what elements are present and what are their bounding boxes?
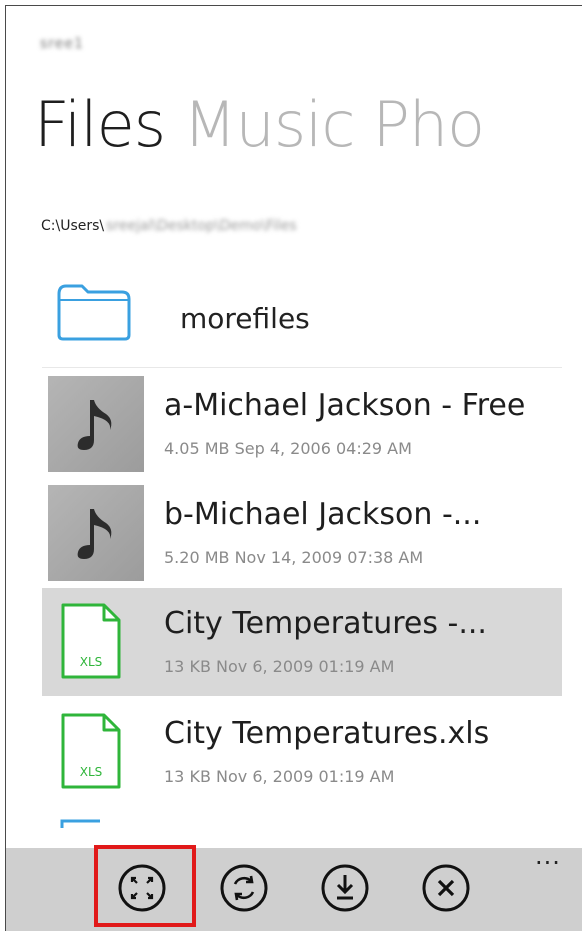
highlight-box (94, 845, 196, 927)
file-meta: 13 KB Nov 6, 2009 01:19 AM (164, 767, 395, 786)
current-path: C:\Users\ sreejal\Desktop\Demo\Files (41, 218, 297, 234)
sync-button[interactable] (218, 862, 270, 914)
download-button[interactable] (319, 862, 371, 914)
xls-file-icon: XLS (61, 713, 121, 789)
file-title: a-Michael Jackson - Free (164, 388, 526, 423)
audio-thumbnail (48, 376, 144, 472)
file-title: City Temperatures -... (164, 606, 487, 641)
audio-thumbnail (48, 485, 144, 581)
file-row[interactable]: XLS City Temperatures.xls 13 KB Nov 6, 2… (42, 698, 562, 806)
app-bar: ... (6, 842, 582, 931)
file-row-selected[interactable]: XLS City Temperatures -... 13 KB Nov 6, … (42, 588, 562, 696)
account-name: sree1 (40, 36, 84, 52)
music-note-icon (77, 509, 112, 559)
xls-badge: XLS (80, 655, 103, 669)
xls-badge: XLS (80, 765, 103, 779)
file-meta: 4.05 MB Sep 4, 2006 04:29 AM (164, 439, 412, 458)
close-icon (422, 864, 470, 912)
file-title: b-Michael Jackson -... (164, 497, 482, 532)
file-row[interactable]: b-Michael Jackson -... 5.20 MB Nov 14, 2… (42, 479, 562, 587)
divider (42, 367, 562, 368)
pivot-header: Files Music Pho (34, 88, 502, 161)
download-icon (321, 864, 369, 912)
xls-file-icon: XLS (61, 603, 121, 679)
pivot-item-files[interactable]: Files (34, 88, 166, 161)
folder-name: morefiles (180, 302, 310, 335)
path-blurred: sreejal\Desktop\Demo\Files (106, 218, 297, 234)
sync-icon (220, 864, 268, 912)
partial-file-icon (60, 819, 100, 828)
file-meta: 5.20 MB Nov 14, 2009 07:38 AM (164, 548, 424, 567)
more-options-button[interactable]: ... (535, 842, 561, 870)
pivot-item-music[interactable]: Music (183, 88, 355, 161)
file-meta: 13 KB Nov 6, 2009 01:19 AM (164, 657, 395, 676)
file-row[interactable]: a-Michael Jackson - Free 4.05 MB Sep 4, … (42, 370, 562, 478)
folder-row[interactable]: morefiles (42, 268, 562, 368)
delete-button[interactable] (420, 862, 472, 914)
music-note-icon (77, 400, 112, 450)
file-title: City Temperatures.xls (164, 716, 490, 751)
folder-icon (57, 284, 131, 341)
app-window: sree1 Files Music Pho C:\Users\ sreejal\Des… (5, 5, 582, 931)
path-prefix: C:\Users\ (41, 218, 105, 234)
pivot-item-photos[interactable]: Pho (372, 88, 485, 161)
